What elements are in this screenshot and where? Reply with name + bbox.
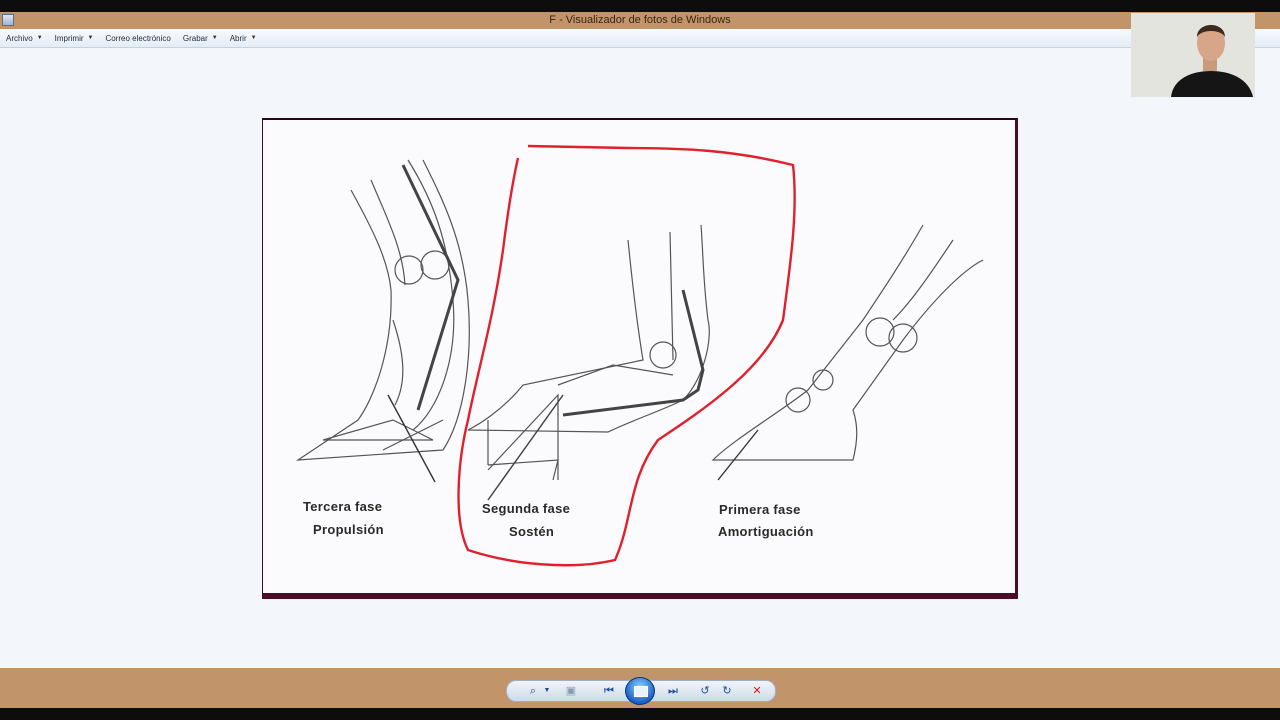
rotate-left-icon[interactable]: ↺ <box>697 683 713 699</box>
presenter-video <box>1131 13 1255 97</box>
caption-first-phase: Primera fase <box>719 502 801 517</box>
rotate-right-icon[interactable]: ↻ <box>719 683 735 699</box>
hoof-sketch-first-phase <box>711 224 984 481</box>
actual-size-icon[interactable]: ▣ <box>563 683 579 699</box>
window-titlebar: F - Visualizador de fotos de Windows <box>0 12 1280 29</box>
caption-first-name: Amortiguación <box>718 524 814 539</box>
caption-third-name: Propulsión <box>313 522 384 537</box>
menu-correo[interactable]: Correo electrónico <box>99 29 176 47</box>
slideshow-button[interactable] <box>625 677 655 705</box>
chevron-down-icon: ▼ <box>87 35 94 41</box>
menu-grabar[interactable]: Grabar ▼ <box>177 29 224 47</box>
menu-archivo-label: Archivo <box>6 33 33 43</box>
chevron-down-icon: ▼ <box>36 35 43 41</box>
caption-second-phase: Segunda fase <box>482 501 571 516</box>
caption-third-phase: Tercera fase <box>303 499 383 514</box>
caption-second-name: Sostén <box>509 524 555 539</box>
menu-imprimir[interactable]: Imprimir ▼ <box>49 29 100 47</box>
menu-correo-label: Correo electrónico <box>105 33 171 43</box>
displayed-image[interactable]: Tercera fase Propulsión Segunda fase Sos… <box>262 118 1018 599</box>
menu-bar: Archivo ▼ Imprimir ▼ Correo electrónico … <box>0 29 1280 48</box>
menu-imprimir-label: Imprimir <box>54 33 84 43</box>
hoof-sketch-third-phase <box>295 159 470 483</box>
chevron-down-icon: ▼ <box>250 35 257 41</box>
menu-grabar-label: Grabar <box>182 33 208 43</box>
slideshow-icon <box>634 686 648 697</box>
webcam-overlay <box>1131 13 1255 97</box>
menu-archivo[interactable]: Archivo ▼ <box>0 29 49 47</box>
hoof-sketch-second-phase <box>467 224 710 501</box>
menu-abrir[interactable]: Abrir ▼ <box>224 29 263 47</box>
previous-icon[interactable]: ⏮ <box>601 683 617 699</box>
chevron-down-icon: ▼ <box>211 35 218 41</box>
next-icon[interactable]: ⏭ <box>665 683 681 699</box>
window-title: F - Visualizador de fotos de Windows <box>549 14 731 26</box>
chevron-down-icon[interactable]: ▼ <box>539 683 555 699</box>
delete-icon[interactable]: ✕ <box>749 683 765 699</box>
photo-viewer-app-icon[interactable] <box>2 14 14 26</box>
menu-abrir-label: Abrir <box>229 33 247 43</box>
